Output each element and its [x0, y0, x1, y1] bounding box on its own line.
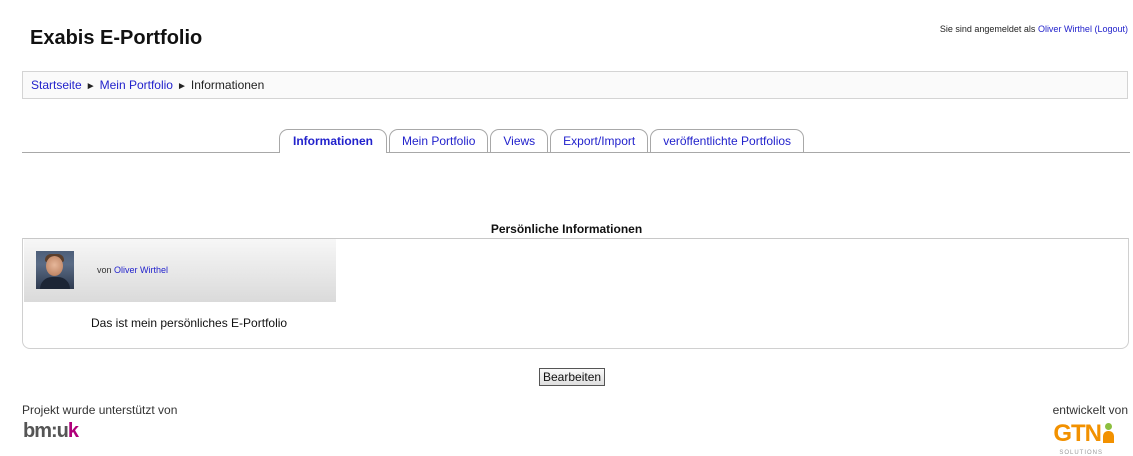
by-label: von — [97, 265, 112, 275]
edit-button[interactable]: Bearbeiten — [539, 368, 606, 386]
user-profile-link[interactable]: Oliver Wirthel — [1038, 24, 1092, 34]
personal-info-box: von Oliver Wirthel Das ist mein persönli… — [22, 238, 1129, 349]
user-card: von Oliver Wirthel — [24, 239, 336, 302]
person-icon — [1103, 423, 1114, 445]
gtn-logo[interactable]: GTN — [1053, 420, 1114, 448]
portfolio-description: Das ist mein persönliches E-Portfolio — [91, 316, 288, 330]
tab-published-portfolios[interactable]: veröffentlichte Portfolios — [650, 129, 805, 152]
section-heading: Persönliche Informationen — [490, 222, 643, 236]
author-line: von Oliver Wirthel — [97, 265, 168, 275]
developed-by-text: entwickelt von — [1052, 403, 1128, 417]
avatar — [36, 251, 74, 289]
logout-link[interactable]: (Logout) — [1094, 24, 1128, 34]
gtn-logo-subtitle: SOLUTIONS — [1059, 450, 1103, 456]
bmuk-logo[interactable]: bm:uk — [23, 420, 79, 443]
tab-export-import[interactable]: Export/Import — [550, 129, 649, 152]
supported-by-text: Projekt wurde unterstützt von — [22, 403, 178, 417]
login-info: Sie sind angemeldet als Oliver Wirthel (… — [940, 24, 1128, 34]
breadcrumb-portfolio-link[interactable]: Mein Portfolio — [100, 78, 173, 92]
tab-informationen[interactable]: Informationen — [279, 129, 387, 153]
breadcrumb-current: Informationen — [190, 78, 265, 92]
breadcrumb: Startseite ► Mein Portfolio ► Informationen — [22, 71, 1128, 99]
breadcrumb-home-link[interactable]: Startseite — [31, 78, 82, 92]
tab-views[interactable]: Views — [490, 129, 549, 152]
gtn-logo-text: GTN — [1053, 420, 1102, 447]
tab-mein-portfolio[interactable]: Mein Portfolio — [389, 129, 489, 152]
site-title: Exabis E-Portfolio — [30, 27, 203, 49]
author-link[interactable]: Oliver Wirthel — [114, 265, 168, 275]
breadcrumb-separator-icon: ► — [176, 81, 187, 92]
tab-bar: Informationen Mein Portfolio Views Expor… — [279, 129, 806, 153]
login-prefix: Sie sind angemeldet als — [939, 24, 1036, 34]
breadcrumb-separator-icon: ► — [85, 81, 96, 92]
